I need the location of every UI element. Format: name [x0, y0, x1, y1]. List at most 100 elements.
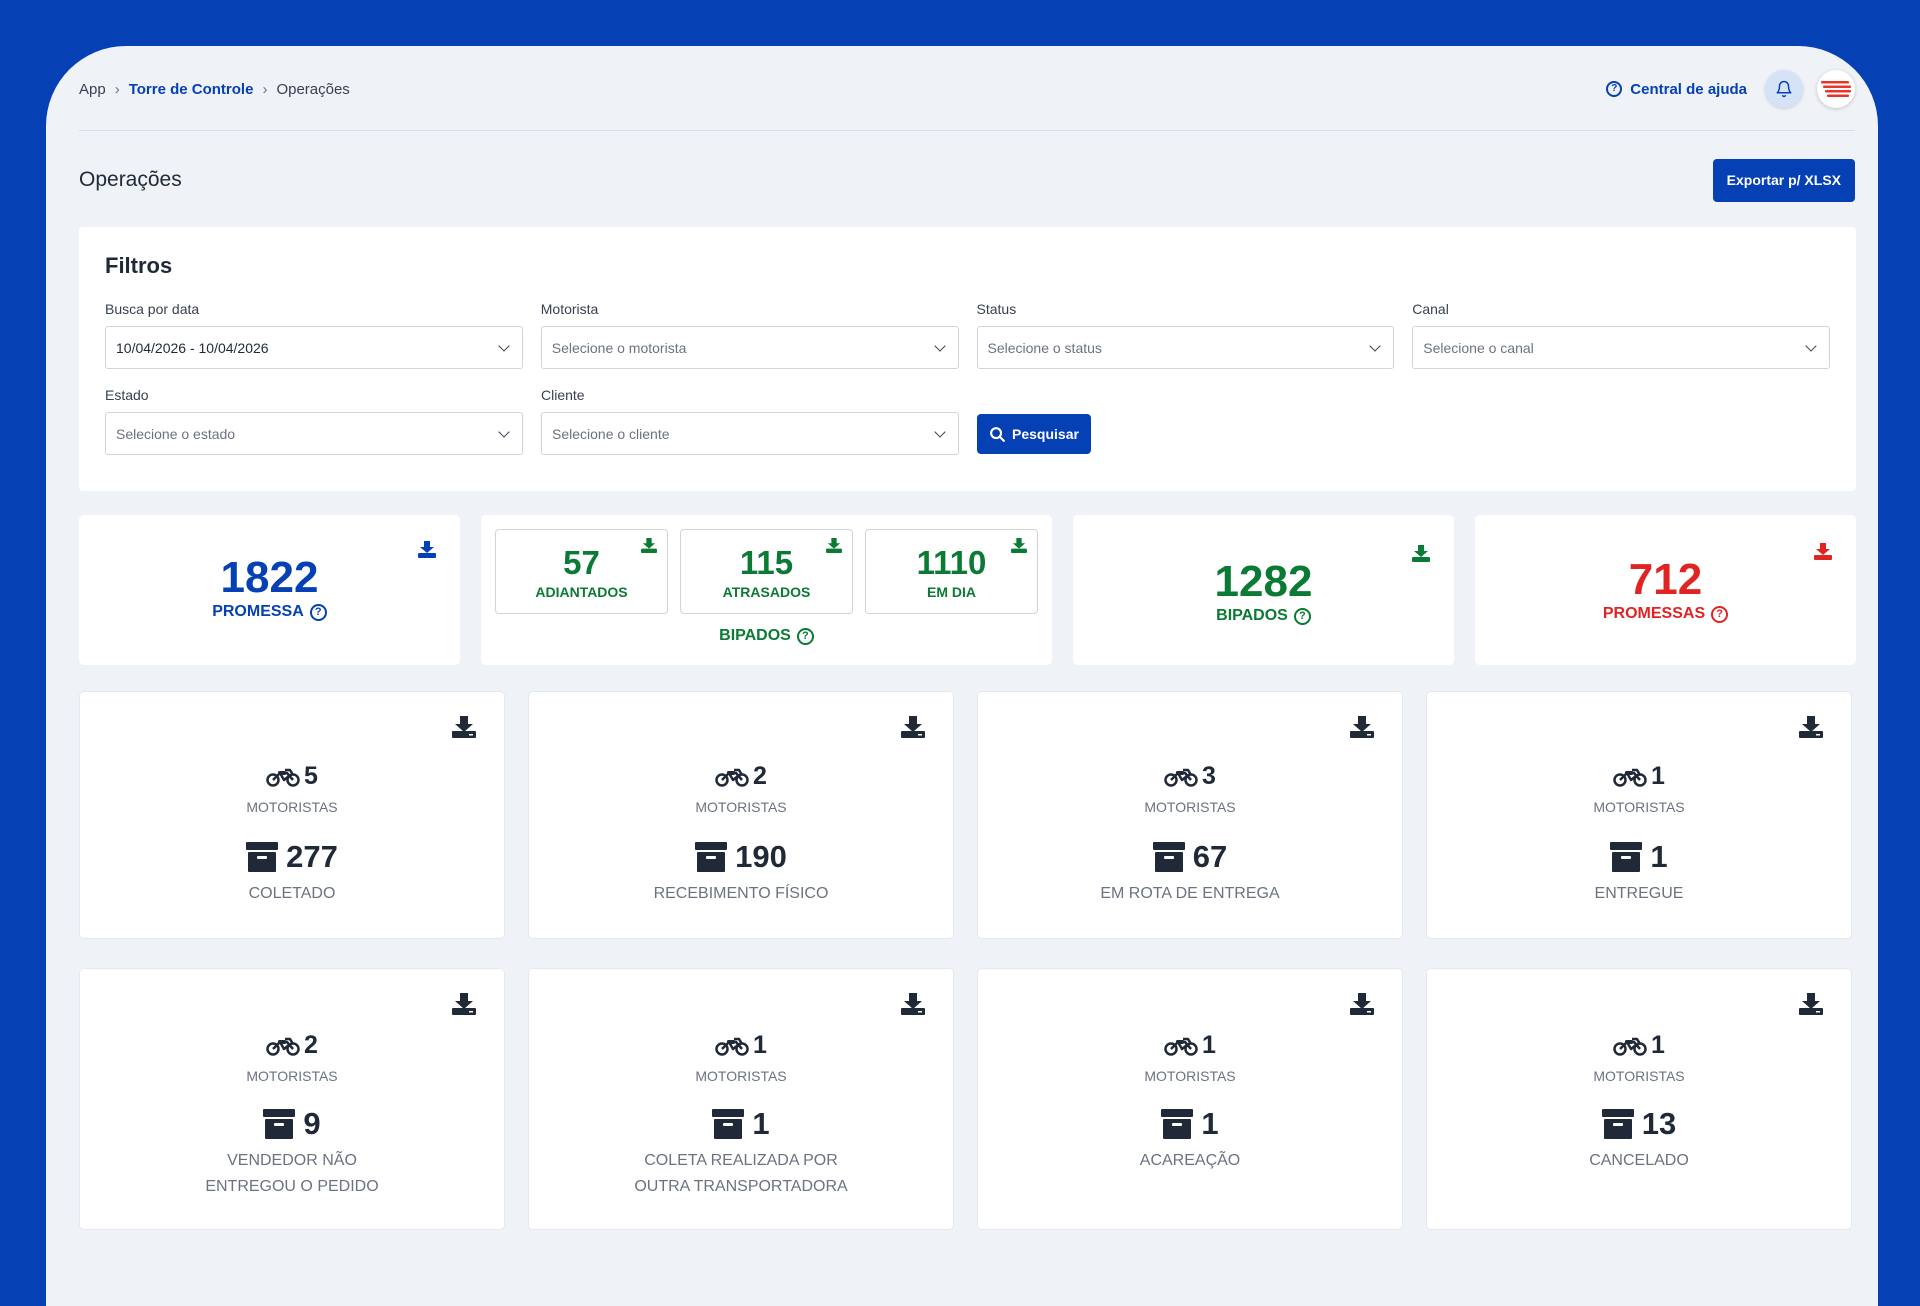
channel-select[interactable]: Selecione o canal — [1412, 326, 1830, 369]
chevron-down-icon — [934, 425, 946, 438]
download-icon[interactable] — [452, 993, 476, 1015]
drivers-label: MOTORISTAS — [695, 1068, 787, 1084]
kpi-scanned-label: BIPADOS ? — [1073, 607, 1454, 625]
download-icon[interactable] — [641, 538, 657, 553]
question-icon[interactable]: ? — [309, 603, 327, 621]
status-placeholder: Selecione o status — [987, 339, 1102, 356]
state-filter: Estado Selecione o estado — [105, 387, 523, 455]
client-filter-label: Cliente — [541, 387, 585, 403]
motorcycle-icon — [1613, 1037, 1647, 1056]
motorcycle-icon — [266, 768, 300, 787]
question-icon[interactable]: ? — [796, 627, 814, 645]
drivers-count: 2 — [304, 1031, 318, 1059]
breadcrumb-root[interactable]: App — [79, 81, 106, 98]
drivers-count: 1 — [1202, 1031, 1216, 1059]
status-card-2[interactable]: 2 MOTORISTAS 190 RECEBIMENTO FÍSICO — [528, 691, 954, 939]
box-icon — [263, 1109, 296, 1139]
kpi-scanned-breakdown-text: BIPADOS — [719, 627, 791, 644]
notifications-button[interactable] — [1765, 70, 1803, 108]
download-icon[interactable] — [1350, 993, 1374, 1015]
status-name-line: COLETADO — [248, 885, 336, 902]
search-button[interactable]: Pesquisar — [977, 414, 1091, 454]
search-icon — [990, 426, 1005, 442]
drivers-count-row: 3 — [978, 762, 1402, 791]
status-name-line: CANCELADO — [1589, 1152, 1689, 1169]
chevron-down-icon — [933, 339, 946, 352]
date-filter: Busca por data 10/04/2026 - 10/04/2026 — [105, 301, 523, 369]
search-button-label: Pesquisar — [1012, 426, 1079, 442]
status-card-1[interactable]: 5 MOTORISTAS 277 COLETADO — [79, 691, 505, 939]
status-card-6[interactable]: 1 MOTORISTAS 1 COLETA REALIZADA POR OUTR… — [528, 968, 954, 1230]
status-name: ACAREAÇÃO — [978, 1148, 1402, 1174]
status-card-5[interactable]: 2 MOTORISTAS 9 VENDEDOR NÃO ENTREGOU O P… — [79, 968, 505, 1230]
help-center-link[interactable]: ? Central de ajuda — [1606, 81, 1747, 98]
question-icon[interactable]: ? — [1711, 605, 1729, 623]
drivers-label: MOTORISTAS — [1144, 799, 1236, 815]
export-xlsx-button[interactable]: Exportar p/ XLSX — [1712, 158, 1855, 202]
status-name-line: COLETA REALIZADA POR — [644, 1152, 838, 1169]
download-icon[interactable] — [1011, 538, 1027, 553]
box-icon — [1601, 1109, 1634, 1139]
top-actions: ? Central de ajuda — [1606, 70, 1855, 108]
client-filter: Cliente Selecione o cliente — [541, 387, 959, 455]
status-name: VENDEDOR NÃO ENTREGOU O PEDIDO — [80, 1148, 504, 1200]
status-card-8[interactable]: 1 MOTORISTAS 13 CANCELADO — [1426, 968, 1852, 1230]
drivers-count-row: 1 — [1427, 1031, 1851, 1060]
motorcycle-icon — [266, 1037, 300, 1056]
download-icon[interactable] — [1799, 716, 1823, 738]
kpi-pending-card: 712 PROMESSAS ? — [1475, 515, 1856, 665]
question-icon[interactable]: ? — [1293, 607, 1311, 625]
packages-count-row: 190 — [529, 839, 953, 875]
drivers-label: MOTORISTAS — [1593, 799, 1685, 815]
channel-filter-label: Canal — [1412, 301, 1449, 317]
kpi-scanned-breakdown-card: 57 ADIANTADOS 115 ATRASADOS 1110 EM DIA … — [481, 515, 1052, 665]
motorcycle-icon — [1613, 768, 1647, 787]
state-select[interactable]: Selecione o estado — [105, 412, 523, 455]
drivers-count: 1 — [753, 1031, 767, 1059]
download-icon[interactable] — [901, 993, 925, 1015]
state-filter-label: Estado — [105, 387, 149, 403]
box-icon — [246, 842, 279, 872]
drivers-label: MOTORISTAS — [1593, 1068, 1685, 1084]
title-row: Operações Exportar p/ XLSX — [79, 158, 1855, 202]
state-placeholder: Selecione o estado — [116, 425, 236, 442]
drivers-count: 1 — [1651, 762, 1665, 790]
drivers-count: 2 — [753, 762, 767, 790]
download-icon[interactable] — [901, 716, 925, 738]
status-select[interactable]: Selecione o status — [976, 326, 1395, 369]
drivers-count-row: 2 — [529, 762, 953, 791]
breadcrumb-section[interactable]: Torre de Controle — [129, 81, 254, 98]
kpi-promise-text: PROMESSA — [212, 603, 304, 620]
date-range-select[interactable]: 10/04/2026 - 10/04/2026 — [105, 326, 523, 369]
status-name-line: ACAREAÇÃO — [1139, 1152, 1241, 1169]
driver-select[interactable]: Selecione o motorista — [540, 326, 959, 369]
chevron-right-icon: › — [114, 80, 120, 98]
chevron-down-icon — [498, 339, 510, 352]
download-icon[interactable] — [1350, 716, 1374, 738]
drivers-label: MOTORISTAS — [246, 799, 338, 815]
question-icon: ? — [1606, 81, 1623, 97]
drivers-count-row: 1 — [529, 1031, 953, 1060]
status-card-7[interactable]: 1 MOTORISTAS 1 ACAREAÇÃO — [977, 968, 1403, 1230]
breadcrumb-current: Operações — [276, 80, 350, 98]
status-name-line: ENTREGUE — [1594, 885, 1684, 902]
packages-count-row: 1 — [1427, 839, 1851, 875]
download-icon[interactable] — [1799, 993, 1823, 1015]
status-card-4[interactable]: 1 MOTORISTAS 1 ENTREGUE — [1426, 691, 1852, 939]
status-name: COLETA REALIZADA POR OUTRA TRANSPORTADOR… — [529, 1148, 953, 1200]
download-icon[interactable] — [826, 538, 842, 553]
download-icon[interactable] — [1814, 543, 1832, 560]
kpi-pending-value: 712 — [1628, 555, 1703, 604]
status-name-line: RECEBIMENTO FÍSICO — [653, 885, 829, 902]
download-icon[interactable] — [1412, 545, 1430, 562]
driver-filter: Motorista Selecione o motorista — [540, 301, 959, 369]
company-logo-avatar[interactable] — [1817, 70, 1855, 108]
download-icon[interactable] — [452, 716, 476, 738]
bell-icon — [1776, 80, 1792, 98]
drivers-count: 3 — [1202, 762, 1216, 790]
client-select[interactable]: Selecione o cliente — [541, 412, 959, 455]
download-icon[interactable] — [418, 541, 436, 558]
packages-count: 277 — [286, 839, 338, 874]
status-card-3[interactable]: 3 MOTORISTAS 67 EM ROTA DE ENTREGA — [977, 691, 1403, 939]
kpi-pending-label: PROMESSAS ? — [1475, 605, 1856, 623]
